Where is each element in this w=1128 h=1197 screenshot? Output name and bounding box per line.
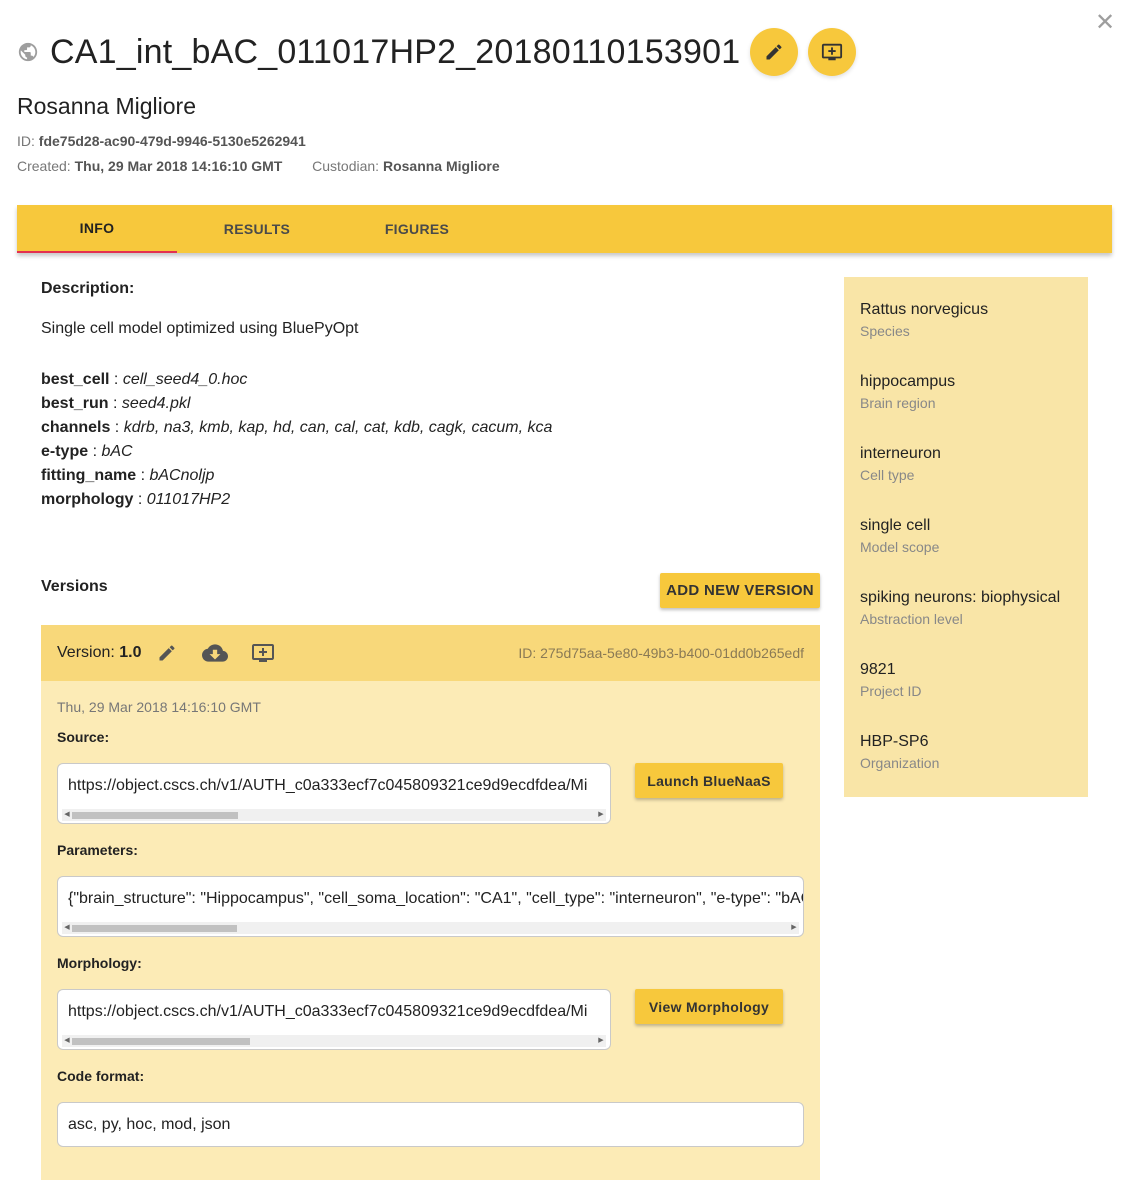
launch-version-button[interactable] (248, 638, 278, 668)
close-icon[interactable]: ✕ (1094, 11, 1116, 35)
created-date: Thu, 29 Mar 2018 14:16:10 GMT (74, 158, 283, 174)
version-card: Version: 1.0 ID: 275d75aa-5e80-49b3-b400… (41, 625, 820, 1180)
scroll-left-icon[interactable]: ◀ (62, 809, 72, 821)
version-label: Version: 1.0 (57, 644, 142, 661)
scroll-left-icon[interactable]: ◀ (62, 922, 72, 934)
description-text: Single cell model optimized using BluePy… (41, 320, 359, 337)
properties-list: best_cell : cell_seed4_0.hoc best_run : … (41, 368, 552, 512)
morphology-scrollbar[interactable]: ◀ ▶ (62, 1035, 606, 1047)
tab-figures[interactable]: FIGURES (337, 205, 497, 253)
source-scrollbar[interactable]: ◀ ▶ (62, 809, 606, 821)
tab-results[interactable]: RESULTS (177, 205, 337, 253)
source-field[interactable]: https://object.cscs.ch/v1/AUTH_c0a333ecf… (57, 763, 611, 824)
attribute-species: Rattus norvegicus Species (860, 301, 989, 339)
parameters-scrollbar[interactable]: ◀ ▶ (62, 922, 799, 934)
morphology-field[interactable]: https://object.cscs.ch/v1/AUTH_c0a333ecf… (57, 989, 611, 1050)
edit-model-button[interactable] (750, 28, 799, 76)
code-format-value: asc, py, hoc, mod, json (68, 1116, 231, 1133)
property-row: e-type : bAC (41, 443, 133, 460)
scrollbar-thumb[interactable] (72, 812, 238, 819)
code-format-label: Code format: (57, 1068, 145, 1084)
model-id-value: fde75d28-ac90-479d-9946-5130e5262941 (38, 133, 306, 149)
versions-heading: Versions (41, 578, 108, 595)
author-name: Rosanna Migliore (17, 93, 196, 119)
pencil-icon (159, 645, 175, 661)
attribute-abstraction-level: spiking neurons: biophysical Abstraction… (860, 589, 1061, 627)
property-row: fitting_name : bACnoljp (41, 467, 215, 484)
attribute-model-scope: single cell Model scope (860, 517, 940, 555)
cloud-download-icon (201, 644, 228, 662)
property-row: morphology : 011017HP2 (41, 491, 231, 508)
add-to-screen-icon (251, 644, 274, 662)
model-attributes-sidebar: Rattus norvegicus Species hippocampus Br… (844, 277, 1088, 797)
scroll-left-icon[interactable]: ◀ (62, 1035, 72, 1047)
version-date: Thu, 29 Mar 2018 14:16:10 GMT (57, 699, 261, 715)
attribute-brain-region: hippocampus Brain region (860, 373, 956, 411)
property-row: channels : kdrb, na3, kmb, kap, hd, can,… (41, 419, 553, 436)
model-id: ID: fde75d28-ac90-479d-9946-5130e5262941 (17, 133, 306, 149)
property-row: best_run : seed4.pkl (41, 395, 191, 412)
custodian-name: Rosanna Migliore (382, 158, 500, 174)
attribute-cell-type: interneuron Cell type (860, 445, 941, 483)
public-globe-icon (18, 42, 38, 62)
property-row: best_cell : cell_seed4_0.hoc (41, 371, 248, 388)
tab-info[interactable]: INFO (17, 205, 177, 253)
parameters-label: Parameters: (57, 842, 138, 858)
version-header: Version: 1.0 ID: 275d75aa-5e80-49b3-b400… (41, 625, 820, 681)
version-number: 1.0 (119, 644, 142, 661)
morphology-value: https://object.cscs.ch/v1/AUTH_c0a333ecf… (68, 1003, 588, 1020)
version-id: ID: 275d75aa-5e80-49b3-b400-01dd0b265edf (518, 645, 804, 661)
scroll-right-icon[interactable]: ▶ (596, 1035, 606, 1047)
code-format-field[interactable]: asc, py, hoc, mod, json (57, 1102, 804, 1147)
source-label: Source: (57, 729, 110, 745)
add-to-collab-button[interactable] (808, 28, 857, 76)
view-morphology-button[interactable]: View Morphology (635, 989, 783, 1024)
model-meta: Created: Thu, 29 Mar 2018 14:16:10 GMT C… (17, 158, 500, 174)
edit-version-button[interactable] (152, 638, 182, 668)
download-version-button[interactable] (200, 638, 230, 668)
scroll-right-icon[interactable]: ▶ (789, 922, 799, 934)
morphology-label: Morphology: (57, 955, 142, 971)
scrollbar-thumb[interactable] (72, 1038, 250, 1045)
attribute-project-id: 9821 Project ID (860, 661, 922, 699)
parameters-field[interactable]: {"brain_structure": "Hippocampus", "cell… (57, 876, 804, 937)
tab-bar: INFO RESULTS FIGURES (17, 205, 1112, 253)
page-header: CA1_int_bAC_011017HP2_20180110153901 (17, 28, 857, 76)
page-title: CA1_int_bAC_011017HP2_20180110153901 (50, 32, 741, 71)
parameters-value: {"brain_structure": "Hippocampus", "cell… (68, 890, 804, 907)
launch-bluenaas-button[interactable]: Launch BlueNaaS (635, 763, 783, 798)
description-label: Description: (41, 280, 135, 297)
scrollbar-thumb[interactable] (72, 925, 237, 932)
add-to-screen-icon (822, 43, 843, 61)
attribute-organization: HBP-SP6 Organization (860, 733, 940, 771)
add-new-version-button[interactable]: ADD NEW VERSION (660, 573, 820, 608)
scroll-right-icon[interactable]: ▶ (596, 809, 606, 821)
pencil-icon (766, 44, 782, 60)
source-value: https://object.cscs.ch/v1/AUTH_c0a333ecf… (68, 777, 588, 794)
